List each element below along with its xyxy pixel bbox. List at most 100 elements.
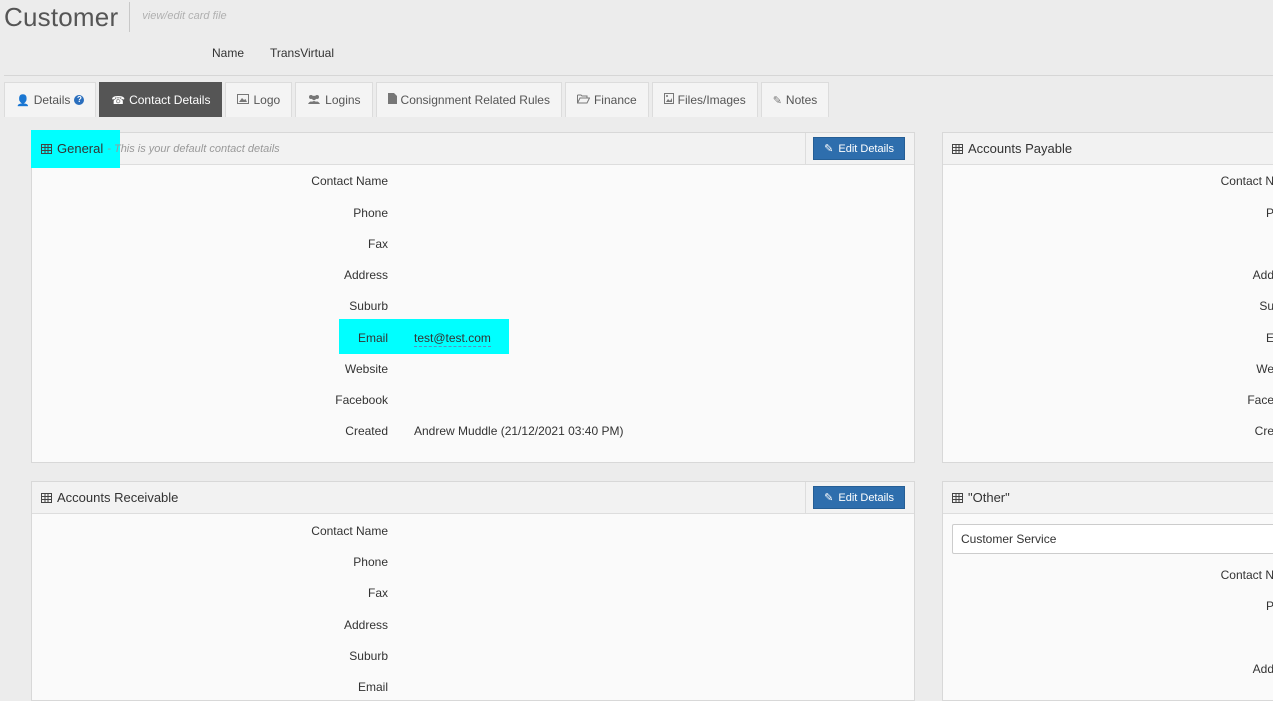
pencil-icon: ✎ <box>772 94 782 107</box>
tab-logins[interactable]: Logins <box>295 82 373 117</box>
tab-label: Details <box>33 93 71 107</box>
field-label: Add <box>1252 662 1273 676</box>
other-title-text: "Other" <box>968 490 1010 505</box>
tab-label: Logo <box>253 93 281 107</box>
field-email: Email <box>32 680 388 700</box>
file-icon <box>387 93 397 107</box>
accounts-payable-header: Accounts Payable <box>943 133 1273 165</box>
accounts-payable-title: Accounts Payable <box>943 141 1072 156</box>
field-label: Contact Name <box>311 524 388 538</box>
field-label: Contact N <box>1220 568 1273 582</box>
field-label: Address <box>343 268 388 282</box>
field-label: We <box>1256 362 1273 376</box>
tab-label: Contact Details <box>129 93 211 107</box>
field-address: Address <box>32 268 388 288</box>
field-suburb: Suburb <box>32 649 388 669</box>
file-image-icon <box>663 93 674 107</box>
name-label: Name <box>212 46 245 60</box>
tab-consignment-rules[interactable]: Consignment Related Rules <box>375 82 562 117</box>
header-divider <box>805 133 806 164</box>
edit-details-button[interactable]: ✎ Edit Details <box>813 486 905 509</box>
field-label: Fax <box>367 586 388 600</box>
title-divider <box>129 2 131 32</box>
email-value[interactable]: test@test.com <box>414 331 491 347</box>
edit-icon: ✎ <box>824 492 834 504</box>
select-value: Customer Service <box>961 532 1057 546</box>
edit-details-button[interactable]: ✎ Edit Details <box>813 137 905 160</box>
field-contact-name: Contact Name <box>32 174 388 194</box>
other-title: "Other" <box>943 490 1010 505</box>
page-title: Customer <box>4 1 119 32</box>
tab-separator <box>4 75 1273 76</box>
field-contact-name: Contact Name <box>32 524 388 544</box>
help-icon[interactable]: ? <box>74 95 85 105</box>
edit-icon: ✎ <box>824 143 834 155</box>
page-subtitle: view/edit card file <box>142 10 227 22</box>
general-note: - This is your default contact details <box>107 142 280 155</box>
field-label: Created <box>345 424 388 438</box>
field-label: Website <box>344 362 388 376</box>
accounts-payable-panel: Accounts Payable Contact N P Add Su E We… <box>942 132 1273 463</box>
tab-label: Notes <box>785 93 818 107</box>
phone-icon: ☎ <box>111 94 126 107</box>
field-address: Address <box>32 618 388 638</box>
table-icon <box>952 492 963 503</box>
field-suburb: Suburb <box>32 299 388 319</box>
field-phone: Phone <box>32 555 388 575</box>
accounts-payable-title-text: Accounts Payable <box>968 141 1073 156</box>
edit-button-label: Edit Details <box>838 491 894 504</box>
ap-field: We <box>943 362 1273 382</box>
header-divider <box>805 482 806 513</box>
table-icon <box>41 143 52 154</box>
field-label: Contact N <box>1220 174 1273 188</box>
other-field: Contact N <box>943 568 1273 588</box>
field-label: Su <box>1259 299 1273 313</box>
tab-label: Consignment Related Rules <box>400 93 550 107</box>
field-label: Cre <box>1254 424 1273 438</box>
field-email: Email <box>32 331 388 351</box>
tab-finance[interactable]: Finance <box>564 82 649 117</box>
tab-notes[interactable]: ✎ Notes <box>760 82 830 117</box>
other-field: P <box>943 599 1273 619</box>
table-icon <box>952 143 963 154</box>
general-panel: General - This is your default contact d… <box>31 130 915 463</box>
field-website: Website <box>32 362 388 382</box>
field-label: Email <box>357 680 388 694</box>
tab-files-images[interactable]: Files/Images <box>651 82 758 117</box>
name-value: TransVirtual <box>270 46 335 60</box>
users-icon <box>307 94 321 107</box>
tab-details[interactable]: 👤 Details ? <box>4 82 97 117</box>
other-field: Add <box>943 662 1273 682</box>
contact-type-select[interactable]: Customer Service <box>952 524 1273 554</box>
ap-field: Cre <box>943 424 1273 444</box>
accounts-receivable-title-text: Accounts Receivable <box>57 490 179 505</box>
other-panel: "Other" Customer Service Contact N P Add <box>942 481 1273 701</box>
field-label: Address <box>343 618 388 632</box>
field-label: Phone <box>353 206 388 220</box>
field-label: Email <box>357 331 388 345</box>
table-icon <box>41 492 52 503</box>
page-header: Customer view/edit card file <box>4 0 227 34</box>
tab-contact-details[interactable]: ☎ Contact Details <box>99 82 223 117</box>
general-title-text: General <box>57 141 104 156</box>
field-facebook: Facebook <box>32 393 388 413</box>
created-value: Andrew Muddle (21/12/2021 03:40 PM) <box>414 424 624 438</box>
field-phone: Phone <box>32 206 388 226</box>
tab-label: Logins <box>325 93 361 107</box>
field-label: Fax <box>367 237 388 251</box>
general-title: General - This is your default contact d… <box>32 141 280 156</box>
edit-button-label: Edit Details <box>838 142 894 155</box>
general-panel-header: General - This is your default contact d… <box>31 130 914 168</box>
tab-label: Files/Images <box>677 93 746 107</box>
tab-bar: 👤 Details ? ☎ Contact Details Logo Login… <box>4 82 832 117</box>
ap-field: Contact N <box>943 174 1273 194</box>
image-icon <box>237 93 250 107</box>
field-label: E <box>1265 331 1273 345</box>
user-icon: 👤 <box>16 94 30 107</box>
tab-logo[interactable]: Logo <box>225 82 293 117</box>
field-label: Phone <box>353 555 388 569</box>
field-fax: Fax <box>32 237 388 257</box>
field-label: P <box>1265 599 1273 613</box>
ap-field: Face <box>943 393 1273 413</box>
ap-field: P <box>943 206 1273 226</box>
